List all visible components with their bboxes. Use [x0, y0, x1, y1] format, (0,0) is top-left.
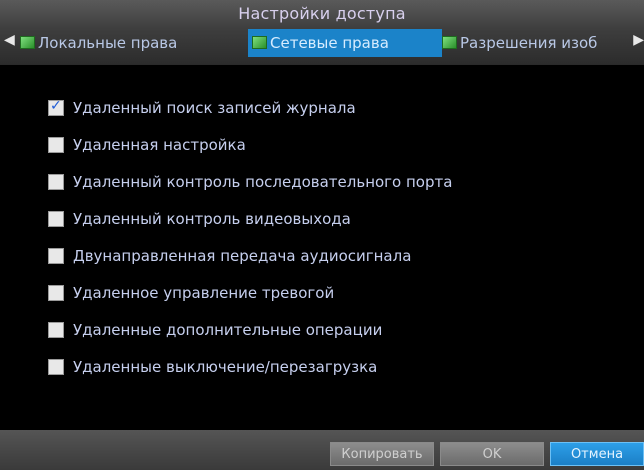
tab-scroll-left-icon[interactable]: ◀: [4, 32, 15, 48]
tab-label: Сетевые права: [270, 34, 389, 52]
checkbox[interactable]: [48, 358, 64, 375]
tab-network-rights[interactable]: Сетевые права: [248, 29, 442, 57]
window-title: Настройки доступа: [238, 4, 406, 23]
tab-bar: ◀ Локальные права Сетевые права Разрешен…: [0, 28, 644, 62]
access-settings-window: Настройки доступа ◀ Локальные права Сете…: [0, 0, 644, 470]
green-square-icon: [20, 36, 35, 49]
checkbox[interactable]: [48, 284, 64, 301]
tab-scroll-right-icon[interactable]: ▶: [633, 32, 644, 48]
permission-label: Удаленное управление тревогой: [73, 283, 335, 302]
permissions-list: Удаленный поиск записей журнала Удаленна…: [48, 89, 638, 385]
footer-bar: Копировать OK Отмена: [0, 430, 644, 470]
green-square-icon: [442, 36, 457, 49]
permissions-panel: Удаленный поиск записей журнала Удаленна…: [0, 64, 644, 431]
tab-label: Разрешения изоб: [460, 34, 598, 52]
permission-remote-log-search[interactable]: Удаленный поиск записей журнала: [48, 89, 638, 126]
tab-local-rights[interactable]: Локальные права: [20, 29, 244, 57]
permission-label: Удаленный поиск записей журнала: [73, 98, 356, 117]
green-square-icon: [252, 36, 267, 49]
permission-remote-video-output[interactable]: Удаленный контроль видеовыхода: [48, 200, 638, 237]
permission-label: Удаленный контроль последовательного пор…: [73, 172, 453, 191]
checkbox-checked[interactable]: [48, 98, 64, 116]
checkbox[interactable]: [48, 136, 64, 153]
permission-label: Двунаправленная передача аудиосигнала: [73, 246, 412, 265]
checkbox[interactable]: [48, 173, 64, 190]
permission-remote-shutdown-reboot[interactable]: Удаленные выключение/перезагрузка: [48, 348, 638, 385]
tab-label: Локальные права: [38, 34, 178, 52]
permission-label: Удаленные дополнительные операции: [73, 320, 383, 339]
copy-button[interactable]: Копировать: [330, 442, 434, 466]
permission-remote-advanced-operations[interactable]: Удаленные дополнительные операции: [48, 311, 638, 348]
permission-remote-alarm-control[interactable]: Удаленное управление тревогой: [48, 274, 638, 311]
permission-two-way-audio[interactable]: Двунаправленная передача аудиосигнала: [48, 237, 638, 274]
permission-remote-settings[interactable]: Удаленная настройка: [48, 126, 638, 163]
permission-label: Удаленные выключение/перезагрузка: [73, 357, 378, 376]
permission-label: Удаленная настройка: [73, 135, 246, 154]
checkbox[interactable]: [48, 210, 64, 227]
title-bar: Настройки доступа ◀ Локальные права Сете…: [0, 0, 644, 64]
checkbox[interactable]: [48, 247, 64, 264]
permission-remote-serial-port[interactable]: Удаленный контроль последовательного пор…: [48, 163, 638, 200]
cancel-button[interactable]: Отмена: [550, 442, 644, 466]
checkbox[interactable]: [48, 321, 64, 338]
tab-image-permissions[interactable]: Разрешения изоб: [442, 29, 630, 57]
ok-button[interactable]: OK: [440, 442, 544, 466]
permission-label: Удаленный контроль видеовыхода: [73, 209, 351, 228]
